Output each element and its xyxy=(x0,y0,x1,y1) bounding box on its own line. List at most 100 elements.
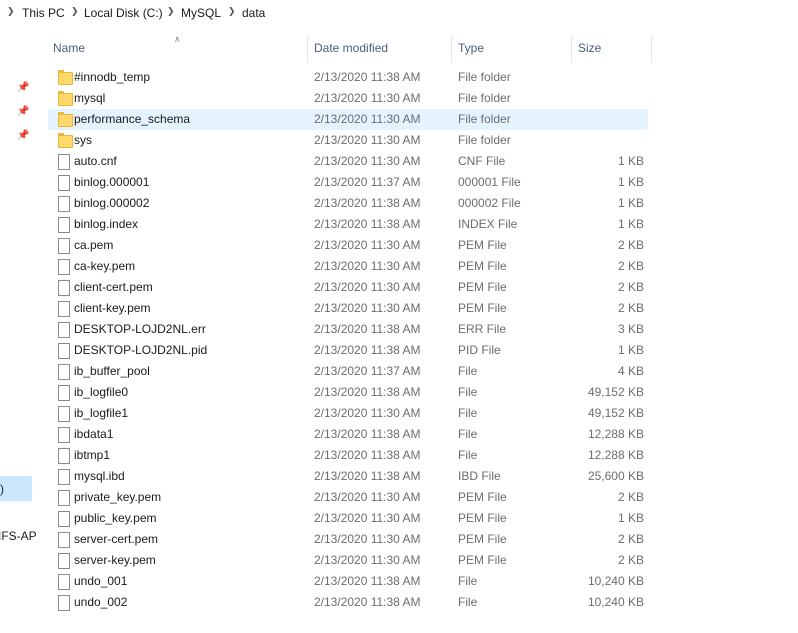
column-header-name[interactable]: Name xyxy=(53,41,85,55)
file-type: IBD File xyxy=(458,469,501,483)
nav-item-selected[interactable] xyxy=(0,476,32,501)
file-date: 2/13/2020 11:38 AM xyxy=(314,448,421,462)
file-date: 2/13/2020 11:38 AM xyxy=(314,574,421,588)
file-row[interactable]: client-cert.pem 2/13/2020 11:30 AM PEM Fil… xyxy=(48,277,648,298)
file-row[interactable]: mysql 2/13/2020 11:30 AM File folder xyxy=(48,88,648,109)
file-row[interactable]: binlog.000002 2/13/2020 11:38 AM 000002 Fi… xyxy=(48,193,648,214)
file-name: private_key.pem xyxy=(74,490,162,504)
file-size: 2 KB xyxy=(617,238,644,252)
file-type: CNF File xyxy=(458,154,506,168)
folder-icon xyxy=(58,91,73,106)
pin-icon[interactable]: 📌 xyxy=(17,106,29,118)
file-row[interactable]: ca-key.pem 2/13/2020 11:30 AM PEM File 2 KB xyxy=(48,256,648,277)
file-date: 2/13/2020 11:30 AM xyxy=(314,406,421,420)
file-icon xyxy=(58,574,70,590)
file-type: ERR File xyxy=(458,322,507,336)
file-type: 000001 File xyxy=(458,175,521,189)
file-name: #innodb_temp xyxy=(74,70,151,84)
file-row[interactable]: private_key.pem 2/13/2020 11:30 AM PEM Fil… xyxy=(48,487,648,508)
file-type: PID File xyxy=(458,343,501,357)
file-icon xyxy=(58,511,70,527)
file-row[interactable]: client-key.pem 2/13/2020 11:30 AM PEM File… xyxy=(48,298,648,319)
folder-icon xyxy=(58,112,73,127)
file-row[interactable]: public_key.pem 2/13/2020 11:30 AM PEM File… xyxy=(48,508,648,529)
column-divider[interactable] xyxy=(651,36,652,62)
file-size: 1 KB xyxy=(617,196,644,210)
chevron-right-icon[interactable]: ❯ xyxy=(228,6,236,17)
file-row[interactable]: DESKTOP-LOJD2NL.pid 2/13/2020 11:38 AM PID… xyxy=(48,340,648,361)
file-row[interactable]: binlog.index 2/13/2020 11:38 AM INDEX File… xyxy=(48,214,648,235)
file-type: INDEX File xyxy=(458,217,518,231)
file-row[interactable]: #innodb_temp 2/13/2020 11:38 AM File folde… xyxy=(48,67,648,88)
file-icon xyxy=(58,490,70,506)
file-row[interactable]: ibtmp1 2/13/2020 11:38 AM File 12,288 KB xyxy=(48,445,648,466)
file-date: 2/13/2020 11:38 AM xyxy=(314,385,421,399)
column-divider[interactable] xyxy=(451,36,452,62)
file-size: 1 KB xyxy=(617,175,644,189)
file-name: server-key.pem xyxy=(74,553,156,567)
file-row[interactable]: DESKTOP-LOJD2NL.err 2/13/2020 11:38 AM ERR… xyxy=(48,319,648,340)
chevron-right-icon[interactable]: ❯ xyxy=(71,6,79,17)
file-name: ibtmp1 xyxy=(74,448,111,462)
breadcrumb-this-pc[interactable]: This PC xyxy=(22,6,65,20)
file-name: ca-key.pem xyxy=(74,259,136,273)
file-date: 2/13/2020 11:37 AM xyxy=(314,175,421,189)
file-row[interactable]: ib_logfile1 2/13/2020 11:30 AM File 49,152 … xyxy=(48,403,648,424)
file-row[interactable]: server-key.pem 2/13/2020 11:30 AM PEM File… xyxy=(48,550,648,571)
file-date: 2/13/2020 11:30 AM xyxy=(314,259,421,273)
file-date: 2/13/2020 11:30 AM xyxy=(314,280,421,294)
file-size: 4 KB xyxy=(617,364,644,378)
file-size: 2 KB xyxy=(617,490,644,504)
file-icon xyxy=(58,154,70,170)
file-name: server-cert.pem xyxy=(74,532,159,546)
pin-icon[interactable]: 📌 xyxy=(17,130,29,142)
file-row[interactable]: performance_schema 2/13/2020 11:30 AM File… xyxy=(48,109,648,130)
file-icon xyxy=(58,448,70,464)
chevron-right-icon[interactable]: ❯ xyxy=(7,6,15,17)
file-type: File folder xyxy=(458,133,511,147)
file-row[interactable]: ib_buffer_pool 2/13/2020 11:37 AM File 4 KB xyxy=(48,361,648,382)
file-type: PEM File xyxy=(458,532,507,546)
pin-icon[interactable]: 📌 xyxy=(17,82,29,94)
file-row[interactable]: undo_001 2/13/2020 11:38 AM File 10,240 KB xyxy=(48,571,648,592)
file-size: 2 KB xyxy=(617,280,644,294)
file-date: 2/13/2020 11:38 AM xyxy=(314,469,421,483)
file-size: 3 KB xyxy=(617,322,644,336)
file-row[interactable]: ibdata1 2/13/2020 11:38 AM File 12,288 KB xyxy=(48,424,648,445)
file-row[interactable]: mysql.ibd 2/13/2020 11:38 AM IBD File 25,60… xyxy=(48,466,648,487)
file-type: File xyxy=(458,574,478,588)
breadcrumb-mysql[interactable]: MySQL xyxy=(181,6,221,20)
column-header-size[interactable]: Size xyxy=(578,41,601,55)
file-icon xyxy=(58,385,70,401)
file-date: 2/13/2020 11:38 AM xyxy=(314,595,421,609)
file-type: 000002 File xyxy=(458,196,521,210)
column-headers: ∧ Name Date modified Type Size xyxy=(46,34,652,62)
column-divider[interactable] xyxy=(571,36,572,62)
breadcrumb-local-disk[interactable]: Local Disk (C:) xyxy=(84,6,163,20)
file-date: 2/13/2020 11:30 AM xyxy=(314,133,421,147)
file-row[interactable]: server-cert.pem 2/13/2020 11:30 AM PEM Fil… xyxy=(48,529,648,550)
file-icon xyxy=(58,406,70,422)
column-header-type[interactable]: Type xyxy=(458,41,484,55)
file-row[interactable]: ib_logfile0 2/13/2020 11:38 AM File 49,152 … xyxy=(48,382,648,403)
file-type: PEM File xyxy=(458,238,507,252)
file-row[interactable]: auto.cnf 2/13/2020 11:30 AM CNF File 1 KB xyxy=(48,151,648,172)
file-row[interactable]: ca.pem 2/13/2020 11:30 AM PEM File 2 KB xyxy=(48,235,648,256)
file-date: 2/13/2020 11:30 AM xyxy=(314,91,421,105)
file-row[interactable]: undo_002 2/13/2020 11:38 AM File 10,240 KB xyxy=(48,592,648,613)
folder-icon xyxy=(58,70,73,85)
column-divider[interactable] xyxy=(307,36,308,62)
file-date: 2/13/2020 11:30 AM xyxy=(314,553,421,567)
sort-up-icon: ∧ xyxy=(174,34,181,44)
file-row[interactable]: sys 2/13/2020 11:30 AM File folder xyxy=(48,130,648,151)
file-row[interactable]: binlog.000001 2/13/2020 11:37 AM 000001 Fi… xyxy=(48,172,648,193)
file-size: 49,152 KB xyxy=(587,385,644,399)
chevron-right-icon[interactable]: ❯ xyxy=(167,6,175,17)
breadcrumb-data[interactable]: data xyxy=(242,6,265,20)
nav-item-label: ) xyxy=(0,482,4,496)
file-date: 2/13/2020 11:30 AM xyxy=(314,490,421,504)
file-size: 1 KB xyxy=(617,217,644,231)
file-date: 2/13/2020 11:38 AM xyxy=(314,427,421,441)
column-header-date[interactable]: Date modified xyxy=(314,41,388,55)
nav-item-label[interactable]: IFS-AP xyxy=(0,529,37,543)
